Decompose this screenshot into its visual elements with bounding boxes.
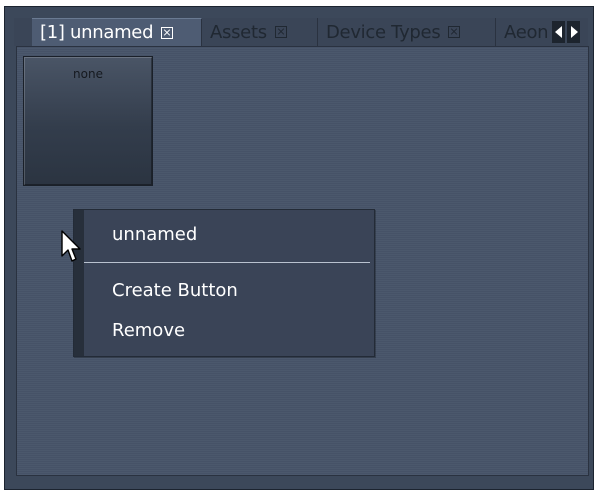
tab-label: [1] unnamed <box>40 22 154 43</box>
arrow-right-icon[interactable] <box>567 21 580 43</box>
tab-aeon[interactable]: Aeon <box>496 18 558 46</box>
menu-item-remove[interactable]: Remove <box>112 320 185 341</box>
tab-scroll-controls <box>552 20 582 44</box>
tab-label: Device Types <box>326 21 441 43</box>
tab-assets[interactable]: Assets <box>202 18 318 46</box>
close-box-icon[interactable] <box>274 26 287 38</box>
pad-button[interactable]: none <box>23 56 153 186</box>
menu-title: unnamed <box>112 224 198 245</box>
close-box-icon[interactable] <box>161 26 174 39</box>
menu-separator <box>84 262 370 263</box>
tab-label: Assets <box>210 21 267 43</box>
tab-bar: [1] unnamed Assets Device Types Aeon <box>14 18 588 46</box>
tab-label: Aeon <box>504 21 549 43</box>
tab-device-types[interactable]: Device Types <box>318 18 496 46</box>
arrow-left-icon[interactable] <box>552 21 565 43</box>
pad-button-label: none <box>73 67 103 81</box>
menu-item-create-button[interactable]: Create Button <box>112 280 238 301</box>
close-box-icon[interactable] <box>448 26 461 38</box>
context-menu: unnamed Create Button Remove <box>73 209 375 357</box>
tab-unnamed[interactable]: [1] unnamed <box>32 18 202 46</box>
mouse-pointer-icon <box>61 230 81 262</box>
